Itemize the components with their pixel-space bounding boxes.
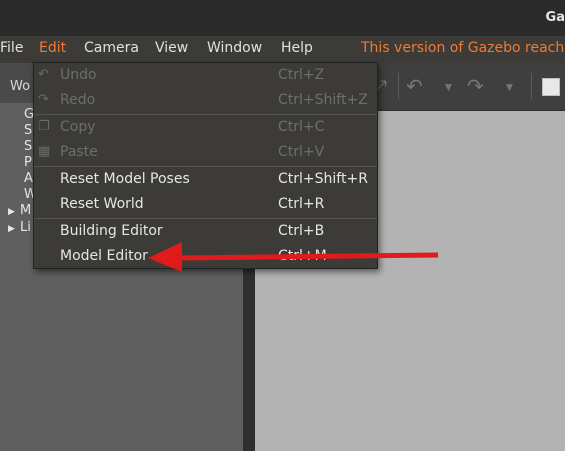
menu-item-label: Model Editor [60,248,148,264]
tree-item-label: S [24,139,33,154]
menu-item-label: Copy [60,119,96,135]
menu-item-label: Reset World [60,196,144,212]
tree-item-label: M [20,203,32,218]
box-shape-icon[interactable] [542,78,560,96]
tree-item[interactable]: S [24,123,32,138]
menu-item-label: Undo [60,67,97,83]
tree-item[interactable]: S [24,139,32,154]
paste-icon: ▦ [38,144,51,159]
tree-item-label: S [24,123,33,138]
menu-item-shortcut: Ctrl+R [278,196,325,212]
menu-item-paste[interactable]: ▦ Paste Ctrl+V [34,140,377,165]
toolbar-separator [531,73,532,99]
menu-item-label: Paste [60,144,98,160]
undo-icon: ↶ [38,67,49,82]
menu-item-shortcut: Ctrl+V [278,144,325,160]
menu-item-shortcut: Ctrl+Z [278,67,325,83]
chevron-down-icon[interactable]: ▼ [506,83,513,93]
menu-item-copy[interactable]: ❐ Copy Ctrl+C [34,115,377,140]
menu-item-label: Redo [60,92,96,108]
menu-help[interactable]: Help [281,40,313,56]
menu-item-building-editor[interactable]: Building Editor Ctrl+B [34,219,377,244]
window-title: Ga [545,10,565,25]
menu-item-reset-model-poses[interactable]: Reset Model Poses Ctrl+Shift+R [34,167,377,192]
menu-camera[interactable]: Camera [84,40,139,56]
tree-item-label: A [24,171,33,186]
title-bar: Ga [0,0,565,36]
menu-bar: File Edit Camera View Window Help This v… [0,36,565,63]
menu-window[interactable]: Window [207,40,262,56]
menu-item-shortcut: Ctrl+Shift+R [278,171,368,187]
menu-item-redo[interactable]: ↷ Redo Ctrl+Shift+Z [34,88,377,113]
tree-item[interactable]: ▶ M [8,203,31,218]
tab-world-label: Wo [10,79,31,94]
menu-item-model-editor[interactable]: Model Editor Ctrl+M [34,244,377,269]
chevron-down-icon[interactable]: ▼ [445,83,452,93]
menu-item-shortcut: Ctrl+Shift+Z [278,92,368,108]
tree-item[interactable]: ▶ Li [8,220,31,235]
tree-item-label: P [24,155,32,170]
redo-icon: ↷ [38,92,49,107]
copy-icon: ❐ [38,119,50,134]
menu-item-reset-world[interactable]: Reset World Ctrl+R [34,192,377,217]
undo-icon[interactable]: ↶ [406,74,423,98]
menu-view[interactable]: View [155,40,188,56]
menu-item-shortcut: Ctrl+B [278,223,325,239]
menu-item-label: Building Editor [60,223,163,239]
menu-edit[interactable]: Edit [39,40,66,56]
toolbar-separator [398,73,399,99]
edit-menu: ↶ Undo Ctrl+Z ↷ Redo Ctrl+Shift+Z ❐ Copy… [33,62,378,269]
expand-arrow-icon[interactable]: ▶ [8,224,20,234]
tree-item-label: Li [20,220,31,235]
version-notice: This version of Gazebo reaches [361,40,565,56]
menu-item-shortcut: Ctrl+C [278,119,325,135]
menu-item-shortcut: Ctrl+M [278,248,327,264]
menu-item-label: Reset Model Poses [60,171,190,187]
tree-item[interactable]: P [24,155,32,170]
redo-icon[interactable]: ↷ [467,74,484,98]
menu-item-undo[interactable]: ↶ Undo Ctrl+Z [34,63,377,88]
menu-file[interactable]: File [0,40,23,56]
tree-item[interactable]: A [24,171,33,186]
expand-arrow-icon[interactable]: ▶ [8,207,20,217]
